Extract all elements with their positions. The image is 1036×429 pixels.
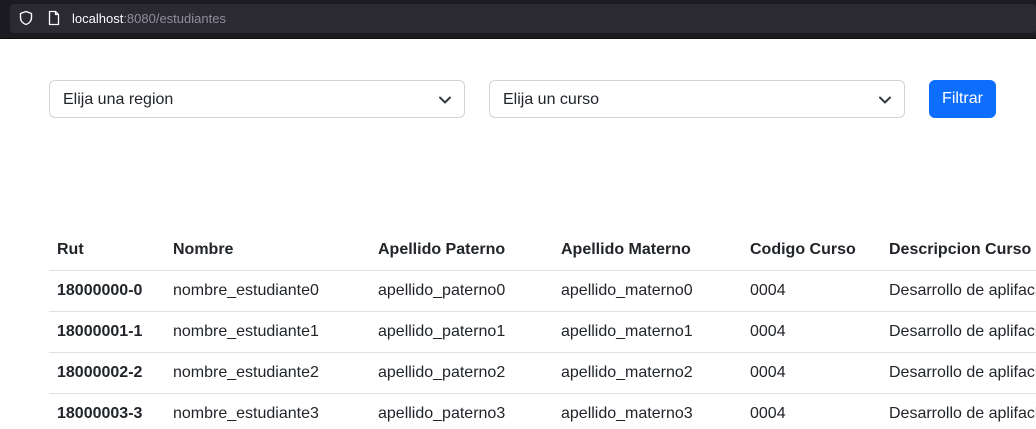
curso-select-value: Elija un curso (503, 91, 600, 108)
cell-nombre: nombre_estudiante2 (173, 364, 319, 381)
table-row: 18000001-1 nombre_estudiante1 apellido_p… (49, 312, 1036, 353)
table-row: 18000003-3 nombre_estudiante3 apellido_p… (49, 394, 1036, 429)
filter-button[interactable]: Filtrar (929, 80, 996, 118)
cell-codigo-curso: 0004 (750, 323, 786, 340)
toolbar-divider (0, 38, 1036, 39)
cell-codigo-curso: 0004 (750, 282, 786, 299)
browser-toolbar: localhost:8080/estudiantes (0, 0, 1036, 38)
region-select-value: Elija una region (63, 91, 174, 108)
cell-apellido-paterno: apellido_paterno1 (378, 323, 506, 340)
column-header-apellido-paterno: Apellido Paterno (378, 241, 506, 258)
url-bar[interactable]: localhost:8080/estudiantes (10, 4, 1036, 33)
cell-apellido-materno: apellido_materno3 (561, 405, 693, 422)
cell-apellido-paterno: apellido_paterno2 (378, 364, 506, 381)
column-header-apellido-materno: Apellido Materno (561, 241, 691, 258)
cell-descripcion-curso: Desarrollo de aplifaci (889, 282, 1036, 299)
column-header-nombre: Nombre (173, 241, 234, 258)
page-icon[interactable] (46, 10, 62, 26)
cell-apellido-materno: apellido_materno2 (561, 364, 693, 381)
cell-apellido-materno: apellido_materno0 (561, 282, 693, 299)
curso-select[interactable]: Elija un curso (489, 80, 905, 118)
cell-descripcion-curso: Desarrollo de aplifaci (889, 364, 1036, 381)
column-header-rut: Rut (57, 241, 84, 258)
table-row: 18000000-0 nombre_estudiante0 apellido_p… (49, 271, 1036, 312)
column-header-codigo-curso: Codigo Curso (750, 241, 856, 258)
table-row: 18000002-2 nombre_estudiante2 apellido_p… (49, 353, 1036, 394)
cell-rut: 18000002-2 (57, 364, 143, 381)
cell-nombre: nombre_estudiante1 (173, 323, 319, 340)
cell-nombre: nombre_estudiante0 (173, 282, 319, 299)
table-header-row: Rut Nombre Apellido Paterno Apellido Mat… (49, 230, 1036, 271)
url-text[interactable]: localhost:8080/estudiantes (72, 11, 226, 26)
cell-apellido-paterno: apellido_paterno0 (378, 282, 506, 299)
cell-apellido-paterno: apellido_paterno3 (378, 405, 506, 422)
cell-rut: 18000001-1 (57, 323, 143, 340)
cell-rut: 18000003-3 (57, 405, 143, 422)
chevron-down-icon (879, 96, 891, 104)
region-select[interactable]: Elija una region (49, 80, 465, 118)
chevron-down-icon (439, 96, 451, 104)
url-host: localhost (72, 11, 124, 26)
cell-codigo-curso: 0004 (750, 405, 786, 422)
column-header-descripcion-curso: Descripcion Curso (889, 241, 1032, 258)
url-path: :8080/estudiantes (123, 11, 226, 26)
cell-rut: 18000000-0 (57, 282, 143, 299)
cell-nombre: nombre_estudiante3 (173, 405, 319, 422)
shield-icon[interactable] (18, 10, 34, 26)
cell-codigo-curso: 0004 (750, 364, 786, 381)
cell-descripcion-curso: Desarrollo de aplifaci (889, 405, 1036, 422)
cell-apellido-materno: apellido_materno1 (561, 323, 693, 340)
cell-descripcion-curso: Desarrollo de aplifaci (889, 323, 1036, 340)
